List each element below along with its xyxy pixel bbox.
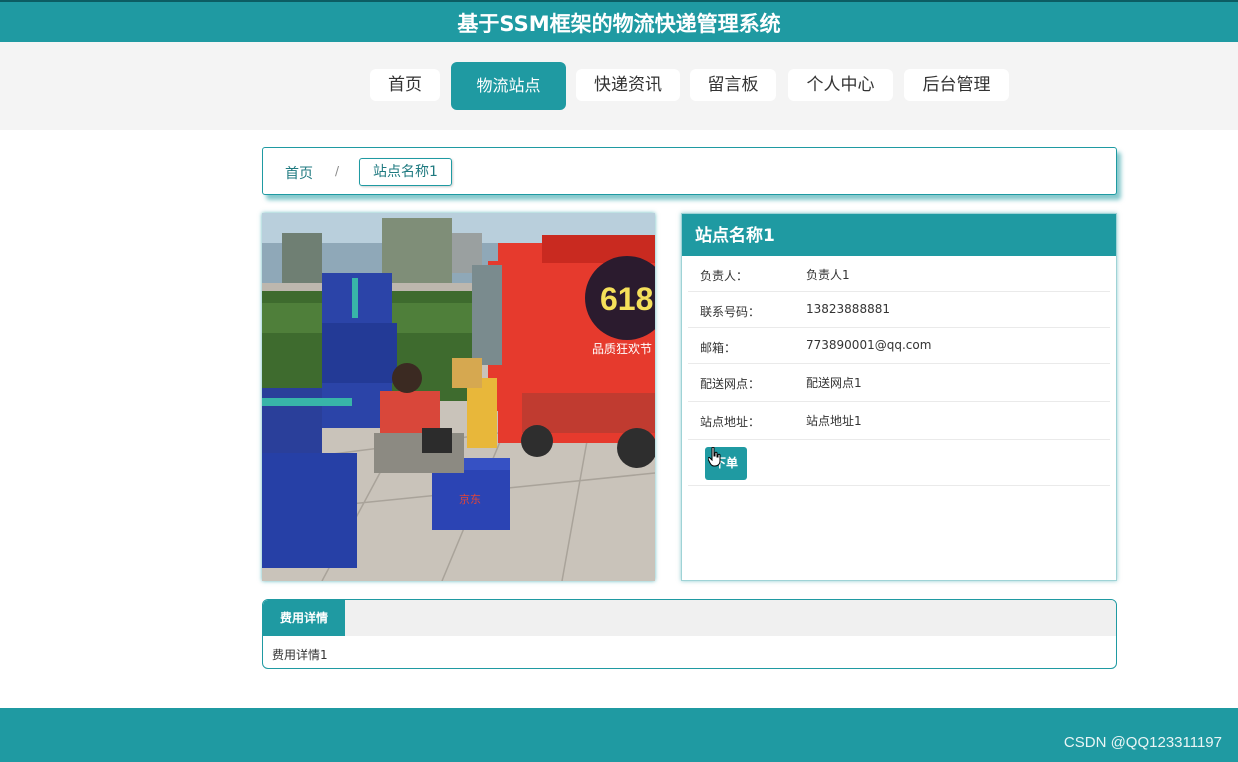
email-label: 邮箱： — [700, 341, 737, 355]
info-row-manager: 负责人： 负责人1 — [688, 256, 1110, 292]
nav-logistics-station[interactable]: 物流站点 — [451, 62, 566, 110]
truck-618-text: 618 — [600, 281, 653, 317]
station-name-heading: 站点名称1 — [682, 214, 1116, 256]
main-nav: 首页 物流站点 快递资讯 留言板 个人中心 后台管理 — [0, 42, 1238, 130]
nav-home[interactable]: 首页 — [370, 69, 440, 101]
breadcrumb-current: 站点名称1 — [359, 158, 452, 186]
delivery-point-value: 配送网点1 — [806, 376, 862, 390]
breadcrumb-home-link[interactable]: 首页 — [285, 163, 313, 183]
station-photo: 618 品质狂欢节 京东 — [262, 213, 655, 581]
nav-express-news[interactable]: 快递资讯 — [576, 69, 680, 101]
box-brand-text: 京东 — [459, 492, 481, 506]
manager-value: 负责人1 — [806, 268, 850, 282]
manager-label: 负责人： — [700, 269, 749, 283]
info-row-delivery-point: 配送网点： 配送网点1 — [688, 364, 1110, 402]
phone-value: 13823888881 — [806, 302, 890, 316]
breadcrumb-separator: / — [335, 164, 340, 178]
tab-fee-details[interactable]: 费用详情 — [263, 600, 345, 636]
info-row-phone: 联系号码： 13823888881 — [688, 292, 1110, 328]
hand-cursor-icon — [708, 447, 721, 467]
email-value: 773890001@qq.com — [806, 338, 932, 352]
top-header-bar: 基于SSM框架的物流快递管理系统 — [0, 0, 1238, 42]
nav-admin[interactable]: 后台管理 — [904, 69, 1009, 101]
truck-slogan-text: 品质狂欢节 — [592, 341, 652, 356]
info-row-email: 邮箱： 773890001@qq.com — [688, 328, 1110, 364]
breadcrumb: 首页 / 站点名称1 — [262, 147, 1117, 195]
phone-label: 联系号码： — [700, 305, 761, 319]
nav-message-board[interactable]: 留言板 — [690, 69, 776, 101]
order-row: 下单 — [688, 440, 1110, 486]
station-info-panel: 站点名称1 负责人： 负责人1 联系号码： 13823888881 邮箱： 77… — [681, 213, 1117, 581]
watermark-text: CSDN @QQ123311197 — [1063, 734, 1222, 751]
delivery-point-label: 配送网点： — [700, 377, 761, 391]
address-label: 站点地址： — [700, 415, 761, 429]
footer-bar — [0, 708, 1238, 762]
address-value: 站点地址1 — [806, 414, 862, 428]
nav-personal-center[interactable]: 个人中心 — [788, 69, 893, 101]
fee-details-content: 费用详情1 — [272, 648, 328, 662]
site-title: 基于SSM框架的物流快递管理系统 — [457, 12, 781, 36]
tabs-bar — [263, 600, 1116, 636]
fee-details-tabs: 费用详情 费用详情1 — [262, 599, 1117, 669]
info-row-address: 站点地址： 站点地址1 — [688, 402, 1110, 440]
